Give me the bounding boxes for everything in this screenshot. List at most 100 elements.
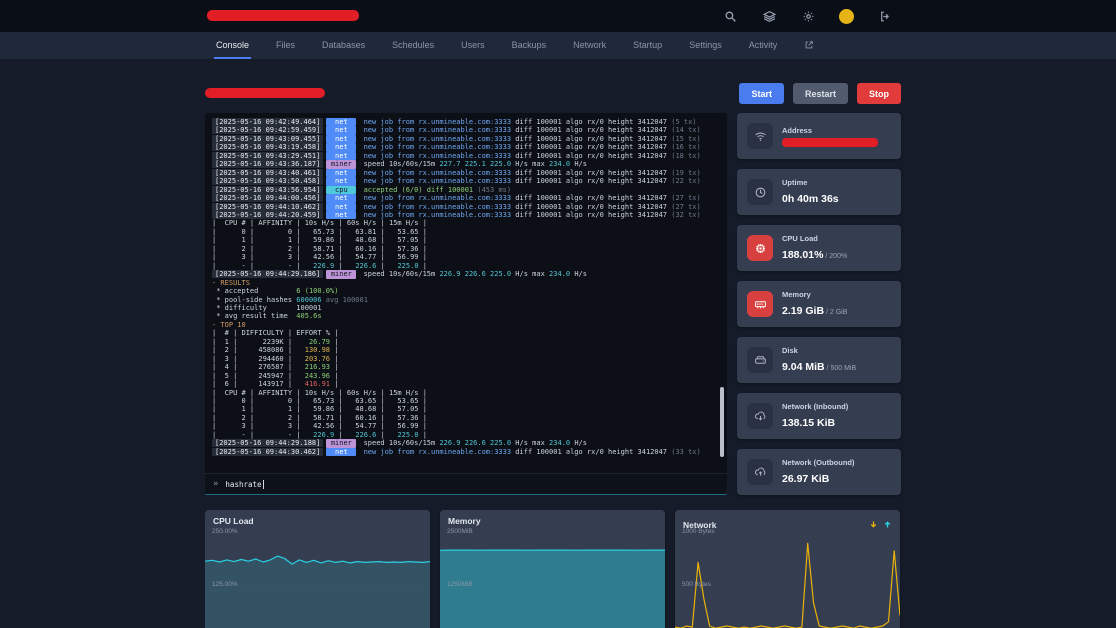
tab-schedules[interactable]: Schedules bbox=[390, 32, 436, 59]
arrow-down-icon bbox=[869, 516, 878, 534]
memory-icon bbox=[747, 291, 773, 317]
axis-tick: 1000 Bytes bbox=[682, 528, 715, 535]
stat-label: CPU Load bbox=[782, 234, 847, 243]
console-scrollbar[interactable] bbox=[720, 387, 724, 457]
console-line: | 3 | 3 | 42.56 | 54.77 | 56.99 | bbox=[212, 422, 727, 430]
console-line: | 0 | 0 | 65.73 | 63.81 | 53.65 | bbox=[212, 228, 727, 236]
console-line: | 4 | 276587 | 216.93 | bbox=[212, 363, 727, 371]
chart-title: CPU Load bbox=[213, 516, 254, 526]
stat-label: Address bbox=[782, 126, 878, 135]
search-icon[interactable] bbox=[718, 4, 742, 28]
command-input[interactable]: » hashrate bbox=[205, 473, 727, 495]
arrow-up-icon bbox=[883, 516, 892, 534]
console-line: [2025-05-16 09:44:29.186]miner speed 10s… bbox=[212, 270, 727, 278]
stat-card-network-inbound: Network (Inbound)138.15 KiB bbox=[737, 393, 901, 439]
console-line: | 1 | 2239K | 26.79 | bbox=[212, 338, 727, 346]
tab-network[interactable]: Network bbox=[571, 32, 608, 59]
clock-icon bbox=[747, 179, 773, 205]
console-output[interactable]: [2025-05-16 09:42:49.464]net new job fro… bbox=[205, 113, 727, 473]
tab-backups[interactable]: Backups bbox=[510, 32, 549, 59]
chart-title: Memory bbox=[448, 516, 481, 526]
console-line: [2025-05-16 09:43:50.458]net new job fro… bbox=[212, 177, 727, 185]
restart-button[interactable]: Restart bbox=[793, 83, 848, 104]
console-line: | 2 | 2 | 58.71 | 60.16 | 57.36 | bbox=[212, 414, 727, 422]
stat-card-uptime: Uptime0h 40m 36s bbox=[737, 169, 901, 215]
tab-console[interactable]: Console bbox=[214, 32, 251, 59]
stat-limit: / 2 GiB bbox=[824, 309, 847, 316]
main-content: Start Restart Stop [2025-05-16 09:42:49.46… bbox=[205, 59, 905, 628]
logout-icon[interactable] bbox=[873, 4, 897, 28]
console-line: [2025-05-16 09:44:00.456]net new job fro… bbox=[212, 194, 727, 202]
tab-startup[interactable]: Startup bbox=[631, 32, 664, 59]
tab-settings[interactable]: Settings bbox=[687, 32, 724, 59]
page-header: Start Restart Stop bbox=[205, 83, 901, 111]
console-line: | 1 | 1 | 59.86 | 48.68 | 57.05 | bbox=[212, 236, 727, 244]
console-line: [2025-05-16 09:43:36.187]miner speed 10s… bbox=[212, 160, 727, 168]
console-line: [2025-05-16 09:44:10.462]net new job fro… bbox=[212, 203, 727, 211]
tab-bar: Console Files Databases Schedules Users Backu… bbox=[214, 32, 1116, 59]
stop-button[interactable]: Stop bbox=[857, 83, 901, 104]
wifi-icon bbox=[747, 123, 773, 149]
console-line: | CPU # | AFFINITY | 10s H/s | 60s H/s |… bbox=[212, 389, 727, 397]
console-line: | 5 | 245947 | 243.96 | bbox=[212, 372, 727, 380]
gears-icon[interactable] bbox=[796, 4, 820, 28]
console-line: * difficulty 100001 bbox=[212, 304, 727, 312]
redacted-address bbox=[782, 138, 878, 147]
stat-card-disk: Disk9.04 MiB / 500 MiB bbox=[737, 337, 901, 383]
console-line: | 3 | 3 | 42.56 | 54.77 | 56.99 | bbox=[212, 253, 727, 261]
console-line: [2025-05-16 09:43:09.455]net new job fro… bbox=[212, 135, 727, 143]
stat-sidebar: Address Uptime0h 40m 36s CPU Load 188.01% /… bbox=[737, 113, 901, 505]
cloud-down-icon bbox=[747, 403, 773, 429]
top-navbar bbox=[0, 0, 1116, 32]
console-line: * avg result time 405.6s bbox=[212, 312, 727, 320]
console-line: [2025-05-16 09:43:56.954]cpu accepted (6… bbox=[212, 186, 727, 194]
chart-legend bbox=[869, 516, 892, 534]
console-line: - RESULTS bbox=[212, 279, 727, 287]
console-line: [2025-05-16 09:44:30.462]net new job fro… bbox=[212, 448, 727, 456]
redacted-server-name bbox=[205, 88, 325, 98]
chart-cpu-load: CPU Load250.00%125.00% bbox=[205, 510, 430, 628]
user-avatar[interactable] bbox=[839, 9, 854, 24]
console-line: | 0 | 0 | 65.73 | 63.65 | 53.65 | bbox=[212, 397, 727, 405]
tab-users[interactable]: Users bbox=[459, 32, 487, 59]
console-line: [2025-05-16 09:42:59.459]net new job fro… bbox=[212, 126, 727, 134]
stat-card-cpu-load: CPU Load 188.01% / 200% bbox=[737, 225, 901, 271]
tab-activity[interactable]: Activity bbox=[747, 32, 780, 59]
console-line: * accepted 6 (100.0%) bbox=[212, 287, 727, 295]
power-buttons: Start Restart Stop bbox=[739, 83, 901, 104]
console-line: | CPU # | AFFINITY | 10s H/s | 60s H/s |… bbox=[212, 219, 727, 227]
console-line: [2025-05-16 09:44:29.188]miner speed 10s… bbox=[212, 439, 727, 447]
axis-tick: 250.00% bbox=[212, 528, 238, 535]
console-line: * pool-side hashes 600006 avg 100001 bbox=[212, 296, 727, 304]
stat-label: Memory bbox=[782, 290, 847, 299]
axis-tick: 500 Bytes bbox=[682, 581, 711, 588]
stat-value: 9.04 MiB bbox=[782, 361, 825, 373]
stat-card-network-outbound: Network (Outbound)26.97 KiB bbox=[737, 449, 901, 495]
console-line: - TOP 10 bbox=[212, 321, 727, 329]
server-subnav: Console Files Databases Schedules Users Backu… bbox=[0, 32, 1116, 60]
cloud-up-icon bbox=[747, 459, 773, 485]
command-text: hashrate bbox=[225, 480, 261, 489]
stat-limit: / 200% bbox=[823, 253, 847, 260]
stat-card-memory: Memory2.19 GiB / 2 GiB bbox=[737, 281, 901, 327]
panel-root: Console Files Databases Schedules Users Backu… bbox=[0, 0, 1116, 628]
console-line: | 2 | 458086 | 130.98 | bbox=[212, 346, 727, 354]
redacted-logo bbox=[207, 10, 359, 21]
stat-limit: / 500 MiB bbox=[825, 365, 857, 372]
console-line: [2025-05-16 09:42:49.464]net new job fro… bbox=[212, 118, 727, 126]
tab-files[interactable]: Files bbox=[274, 32, 297, 59]
console-line: [2025-05-16 09:43:29.451]net new job fro… bbox=[212, 152, 727, 160]
start-button[interactable]: Start bbox=[739, 83, 784, 104]
console-line: [2025-05-16 09:44:20.459]net new job fro… bbox=[212, 211, 727, 219]
tab-databases[interactable]: Databases bbox=[320, 32, 367, 59]
chart-plot-memory bbox=[440, 510, 665, 628]
external-link-icon[interactable] bbox=[802, 32, 816, 59]
chart-memory: Memory2500MiB1250MiB bbox=[440, 510, 665, 628]
stat-value: 188.01% bbox=[782, 249, 823, 261]
console-line: [2025-05-16 09:43:19.458]net new job fro… bbox=[212, 143, 727, 151]
stat-value: 0h 40m 36s bbox=[782, 193, 839, 205]
navbar-icons bbox=[718, 0, 897, 32]
layers-icon[interactable] bbox=[757, 4, 781, 28]
charts-row: CPU Load250.00%125.00%Memory2500MiB1250M… bbox=[205, 510, 900, 628]
console-line: | - | - | 226.9 | 226.6 | 225.0 | bbox=[212, 262, 727, 270]
